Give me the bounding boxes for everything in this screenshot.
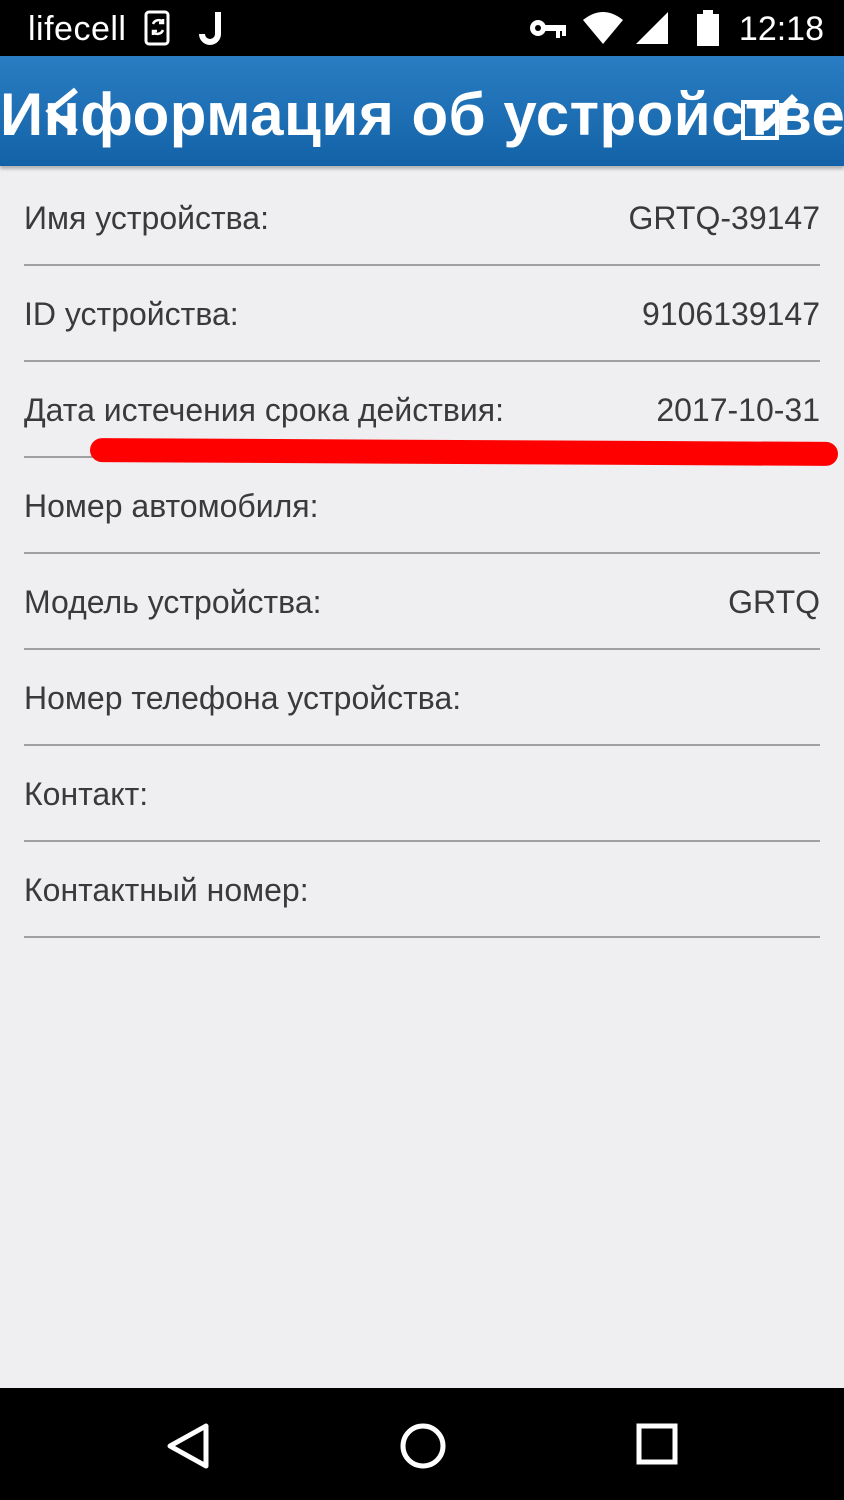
field-label: Модель устройства: — [24, 584, 322, 620]
page-title: Информация об устройстве — [0, 81, 844, 148]
app-bar: Информация об устройстве — [0, 56, 844, 166]
recents-square-icon[interactable] — [636, 1422, 678, 1471]
sim-sync-icon — [142, 10, 176, 51]
clock: 12:18 — [738, 10, 824, 48]
field-contact-number: Контактный номер: — [24, 842, 820, 938]
field-value: GRTQ-39147 — [628, 200, 821, 236]
field-label: Номер телефона устройства: — [24, 680, 462, 716]
field-label: Контакт: — [24, 776, 149, 812]
signal-icon — [634, 10, 670, 51]
field-value: GRTQ — [728, 584, 820, 620]
back-triangle-icon[interactable] — [166, 1422, 210, 1475]
home-circle-icon[interactable] — [399, 1422, 447, 1475]
wifi-icon — [582, 10, 624, 51]
field-value: 9106139147 — [642, 296, 820, 332]
field-label: ID устройства: — [24, 296, 239, 332]
key-icon — [528, 14, 568, 47]
field-value: 2017-10-31 — [656, 392, 820, 428]
field-device-id: ID устройства: 9106139147 — [24, 266, 820, 362]
field-device-name: Имя устройства: GRTQ-39147 — [24, 170, 820, 266]
system-nav-bar — [0, 1388, 844, 1500]
field-device-phone: Номер телефона устройства: — [24, 650, 820, 746]
field-contact: Контакт: — [24, 746, 820, 842]
field-label: Контактный номер: — [24, 872, 309, 908]
field-label: Имя устройства: — [24, 200, 269, 236]
field-label: Дата истечения срока действия: — [24, 392, 504, 428]
battery-icon — [696, 10, 720, 51]
field-device-model: Модель устройства: GRTQ — [24, 554, 820, 650]
red-underline-annotation — [89, 438, 839, 466]
device-info-list: Имя устройства: GRTQ-39147 ID устройства… — [0, 170, 844, 938]
status-bar: lifecell 12:18 — [0, 0, 844, 56]
j-notification-icon — [196, 10, 228, 51]
field-car-number: Номер автомобиля: — [24, 458, 820, 554]
carrier-name: lifecell — [28, 10, 127, 48]
field-label: Номер автомобиля: — [24, 488, 319, 524]
